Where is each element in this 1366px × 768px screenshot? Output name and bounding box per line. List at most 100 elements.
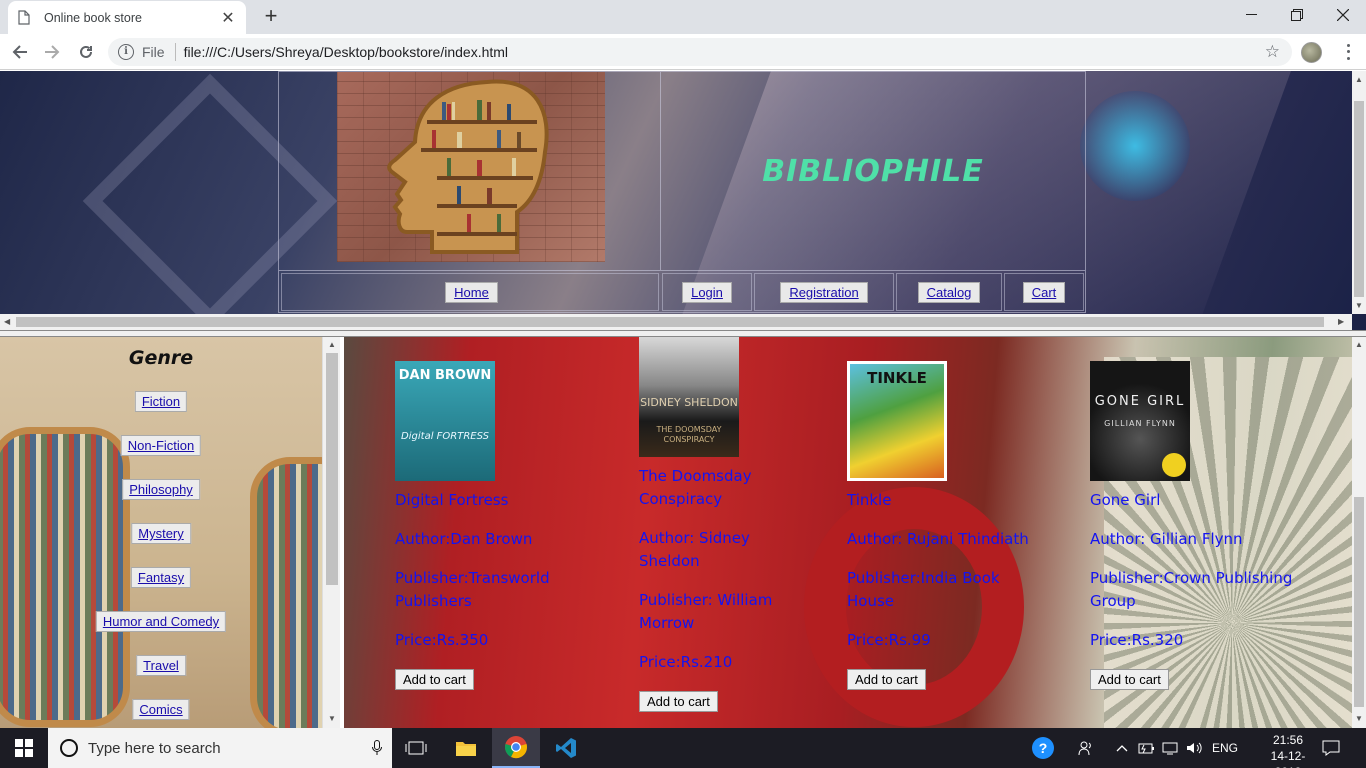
system-clock[interactable]: 21:56 14-12-2018 [1258,732,1318,768]
add-to-cart-button[interactable]: Add to cart [639,691,718,712]
nav-catalog-button[interactable]: Catalog [917,281,981,303]
scroll-down-arrow-icon[interactable]: ▼ [328,714,336,723]
people-icon[interactable] [1078,728,1094,768]
header-frame: BIBLIOPHILE Home Login Registration Cata… [0,71,1366,335]
power-icon[interactable] [1138,728,1156,768]
scroll-up-arrow-icon[interactable]: ▲ [1355,75,1363,84]
file-explorer-icon[interactable] [442,728,490,768]
bookmark-star-icon[interactable]: ☆ [1265,42,1280,62]
network-icon[interactable] [1162,728,1178,768]
close-tab-icon[interactable]: ✕ [220,8,236,28]
new-tab-icon[interactable]: + [258,4,284,30]
genre-vertical-scrollbar[interactable]: ▲ ▼ [322,337,340,728]
add-to-cart-button[interactable]: Add to cart [395,669,474,690]
book-author: Author: Gillian Flynn [1090,530,1243,548]
book-title: Tinkle [847,491,892,509]
logo-image [337,72,605,262]
book-cover-text: GONE GIRL [1094,394,1186,409]
book-cover-image[interactable]: GONE GIRL GILLIAN FLYNN [1090,361,1190,481]
profile-avatar[interactable] [1301,42,1322,63]
header-horizontal-scrollbar[interactable]: ◀ ▶ [0,314,1352,330]
vscode-icon[interactable] [542,728,590,768]
book-cover-text: SIDNEY SHELDON [640,396,738,409]
taskbar-search-box[interactable]: Type here to search [48,728,392,768]
volume-icon[interactable] [1186,728,1204,768]
genre-travel-link[interactable]: Travel [136,655,186,676]
nav-login-button[interactable]: Login [682,281,732,303]
taskbar-search-placeholder: Type here to search [88,739,221,757]
book-title: The Doomsday Conspiracy [639,467,752,508]
genre-humor-comedy-link[interactable]: Humor and Comedy [95,611,227,632]
scroll-up-arrow-icon[interactable]: ▲ [328,340,336,349]
scroll-right-arrow-icon[interactable]: ▶ [1338,317,1344,326]
book-price: Price:Rs.210 [639,653,733,671]
nav-registration-button[interactable]: Registration [780,281,868,303]
site-title-cell: BIBLIOPHILE [661,72,1085,270]
genre-philosophy-link[interactable]: Philosophy [122,479,200,500]
reload-icon[interactable] [74,40,98,64]
scrollbar-thumb[interactable] [16,317,1324,327]
address-bar[interactable]: i File file:///C:/Users/Shreya/Desktop/b… [108,38,1292,66]
book-cover-image[interactable]: DAN BROWN Digital FORTRESS [395,361,495,481]
add-to-cart-button[interactable]: Add to cart [1090,669,1169,690]
catalog-vertical-scrollbar[interactable]: ▲ ▼ [1352,337,1366,728]
scroll-down-arrow-icon[interactable]: ▼ [1355,714,1363,723]
browser-menu-icon[interactable] [1338,42,1358,62]
site-title: BIBLIOPHILE [762,153,984,189]
genre-comics-link[interactable]: Comics [132,699,190,720]
browser-tab-strip: Online book store ✕ + [0,0,1366,34]
forward-arrow-icon[interactable] [40,40,64,64]
scroll-left-arrow-icon[interactable]: ◀ [4,317,10,326]
book-price: Price:Rs.350 [395,631,489,649]
microphone-icon[interactable] [362,740,392,756]
nav-cart-button[interactable]: Cart [1022,281,1066,303]
browser-tab[interactable]: Online book store ✕ [8,1,246,34]
scroll-down-arrow-icon[interactable]: ▼ [1355,301,1363,310]
add-to-cart-button[interactable]: Add to cart [847,669,926,690]
back-arrow-icon[interactable] [8,40,32,64]
award-badge-icon [1162,453,1186,477]
show-hidden-icons-chevron-up-icon[interactable] [1116,728,1128,768]
book-cover-text: THE DOOMSDAY CONSPIRACY [656,425,722,444]
task-view-icon[interactable] [392,728,440,768]
scrollbar-thumb[interactable] [326,353,338,585]
minimize-icon[interactable] [1228,0,1274,30]
address-url[interactable]: file:///C:/Users/Shreya/Desktop/bookstor… [184,44,1265,60]
genre-heading: Genre [128,347,194,369]
background-bookshelf [0,427,130,727]
action-center-icon[interactable] [1322,728,1340,768]
windows-start-icon[interactable] [0,728,48,768]
catalog-frame: DAN BROWN Digital FORTRESS Digital Fortr… [344,337,1366,728]
clock-date: 14-12-2018 [1270,749,1306,768]
chrome-icon[interactable] [492,728,540,768]
book-price: Price:Rs.99 [847,631,931,649]
nav-cell-login: Login [662,273,752,311]
frame-divider[interactable] [0,330,1366,337]
header-vertical-scrollbar[interactable]: ▲ ▼ [1352,71,1366,314]
restore-icon[interactable] [1274,0,1320,30]
header-background-glow [1080,91,1190,201]
scrollbar-thumb[interactable] [1354,101,1364,297]
book-publisher: Publisher:Transworld Publishers [395,569,550,610]
help-icon[interactable]: ? [1032,728,1054,768]
book-price: Price:Rs.320 [1090,631,1184,649]
book-cover-text: TINKLE [867,369,927,387]
nav-home-button[interactable]: Home [445,281,498,303]
genre-non-fiction-link[interactable]: Non-Fiction [120,435,202,456]
book-cover-image[interactable]: TINKLE [847,361,947,481]
book-card: DAN BROWN Digital FORTRESS Digital Fortr… [395,361,605,691]
genre-fantasy-link[interactable]: Fantasy [130,567,192,588]
genre-mystery-link[interactable]: Mystery [131,523,191,544]
header-table: BIBLIOPHILE Home Login Registration Cata… [278,71,1086,313]
browser-toolbar: i File file:///C:/Users/Shreya/Desktop/b… [0,34,1366,70]
language-indicator[interactable]: ENG [1212,728,1238,768]
close-window-icon[interactable] [1320,0,1366,30]
book-card: TINKLE Tinkle Author: Rujani Thindiath P… [847,361,1047,691]
nav-cell-catalog: Catalog [896,273,1002,311]
info-icon[interactable]: i [118,44,134,60]
scrollbar-thumb[interactable] [1354,497,1364,707]
scroll-up-arrow-icon[interactable]: ▲ [1355,340,1363,349]
genre-fiction-link[interactable]: Fiction [134,391,188,412]
book-cover-image[interactable]: SIDNEY SHELDON THE DOOMSDAY CONSPIRACY [639,337,739,457]
book-publisher: Publisher:India Book House [847,569,1000,610]
